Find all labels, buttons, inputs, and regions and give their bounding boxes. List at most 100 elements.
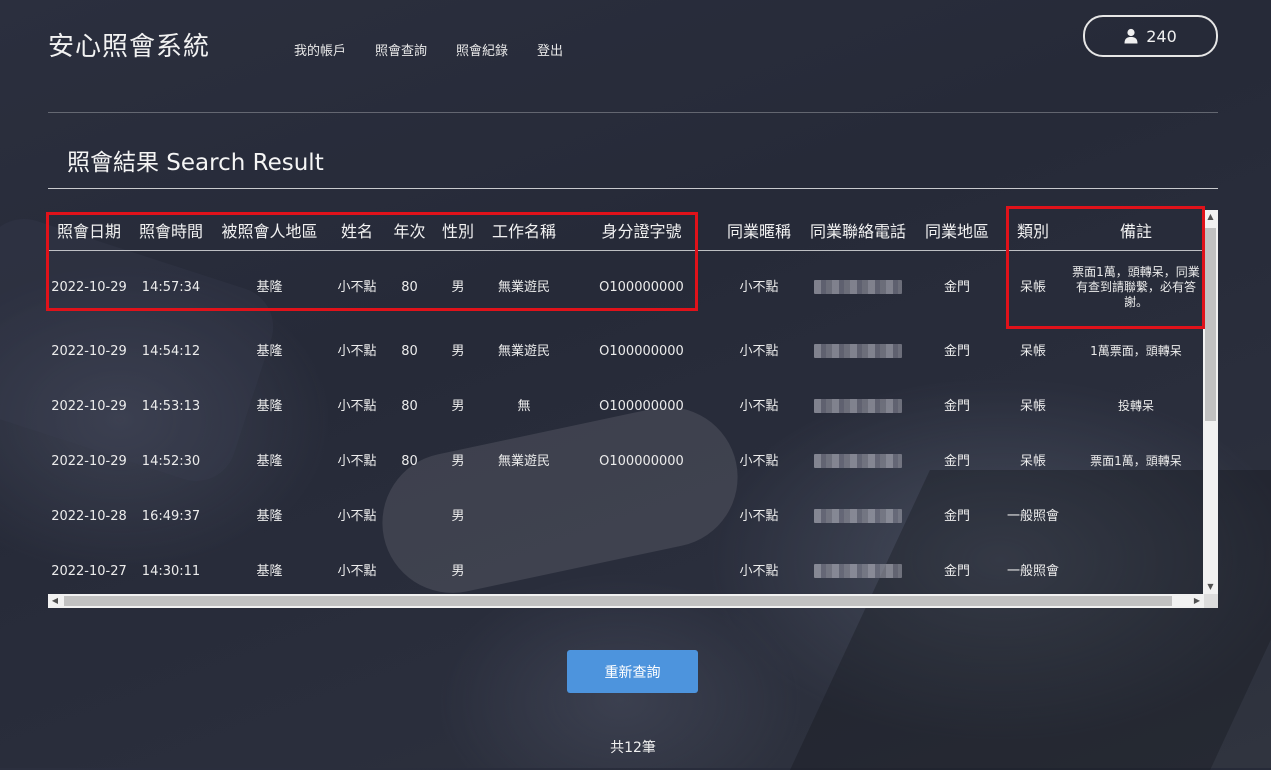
cell-note: 票面1萬，頭轉呆，同業有查到請聯繫，必有答謝。	[1072, 265, 1200, 309]
cell-job	[484, 544, 564, 599]
scrollbar-corner	[1204, 594, 1218, 608]
cell-name: 小不點	[337, 343, 377, 359]
table-row[interactable]: 2022-10-29 14:57:34 基隆 小不點 80 男 無業遊民 O10…	[48, 251, 1203, 325]
vertical-scroll-thumb[interactable]	[1205, 228, 1216, 421]
col-header-date[interactable]: 照會日期	[48, 210, 130, 251]
vertical-scrollbar[interactable]: ▲ ▼	[1203, 210, 1218, 594]
cell-region: 基隆	[256, 453, 283, 469]
cell-region: 基隆	[256, 343, 283, 359]
cell-id: O100000000	[599, 343, 684, 359]
cell-nick: 小不點	[739, 508, 779, 524]
cell-category: 一般照會	[1006, 508, 1059, 524]
cell-nick: 小不點	[739, 398, 779, 414]
table-row[interactable]: 2022-10-27 14:30:11 基隆 小不點 男 小不點 金門 一般照會	[48, 544, 1203, 599]
cell-year: 80	[401, 398, 418, 414]
cell-region: 基隆	[256, 279, 283, 295]
horizontal-scrollbar[interactable]: ◀ ▶	[48, 594, 1218, 608]
triangle-left-icon[interactable]: ◀	[48, 594, 62, 608]
triangle-up-icon[interactable]: ▲	[1203, 210, 1218, 224]
cell-time: 14:54:12	[141, 343, 201, 359]
cell-time: 14:57:34	[141, 279, 201, 295]
cell-time: 14:30:11	[141, 563, 201, 579]
cell-time: 16:49:37	[141, 508, 201, 524]
user-points-button[interactable]: 240	[1083, 15, 1218, 57]
cell-gender: 男	[451, 453, 465, 469]
header: 安心照會系統 我的帳戶 照會查詢 照會紀錄 登出 240	[0, 0, 1271, 112]
table-row[interactable]: 2022-10-28 16:49:37 基隆 小不點 男 小不點 金門 一般照會	[48, 489, 1203, 544]
cell-phone	[799, 544, 917, 599]
cell-job	[484, 489, 564, 544]
cell-id: O100000000	[599, 279, 684, 295]
cell-region: 基隆	[256, 508, 283, 524]
cell-nick: 小不點	[739, 343, 779, 359]
points-value: 240	[1146, 26, 1177, 46]
triangle-down-icon[interactable]: ▼	[1203, 580, 1218, 594]
results-table: 照會日期 照會時間 被照會人地區 姓名 年次 性別 工作名稱 身分證字號 同業暱…	[48, 210, 1203, 599]
triangle-right-icon[interactable]: ▶	[1190, 594, 1204, 608]
cell-peer-region: 金門	[943, 279, 970, 295]
col-header-id[interactable]: 身分證字號	[564, 210, 719, 251]
blurred-phone	[814, 564, 902, 578]
col-header-note[interactable]: 備註	[1069, 210, 1203, 251]
col-header-job[interactable]: 工作名稱	[484, 210, 564, 251]
cell-note: 票面1萬，頭轉呆	[1090, 454, 1182, 468]
requery-button[interactable]: 重新查詢	[567, 650, 698, 693]
cell-category: 呆帳	[1019, 453, 1046, 469]
cell-year: 80	[401, 453, 418, 469]
cell-id: O100000000	[599, 398, 684, 414]
col-header-gender[interactable]: 性別	[432, 210, 484, 251]
cell-note: 投轉呆	[1117, 399, 1154, 413]
cell-gender: 男	[451, 398, 465, 414]
cell-job: 無	[517, 398, 531, 414]
cell-gender: 男	[451, 563, 465, 579]
cell-name: 小不點	[337, 279, 377, 295]
blurred-phone	[814, 454, 902, 468]
col-header-year[interactable]: 年次	[387, 210, 432, 251]
col-header-peer-region[interactable]: 同業地區	[917, 210, 997, 251]
cell-peer-region: 金門	[943, 343, 970, 359]
col-header-nick[interactable]: 同業暱稱	[719, 210, 799, 251]
site-logo[interactable]: 安心照會系統	[48, 26, 210, 63]
cell-category: 呆帳	[1019, 279, 1046, 295]
cell-year	[387, 489, 432, 544]
table-header-row: 照會日期 照會時間 被照會人地區 姓名 年次 性別 工作名稱 身分證字號 同業暱…	[48, 210, 1203, 251]
cell-name: 小不點	[337, 563, 377, 579]
cell-region: 基隆	[256, 398, 283, 414]
cell-peer-region: 金門	[943, 508, 970, 524]
nav-records[interactable]: 照會紀錄	[456, 40, 508, 59]
col-header-category[interactable]: 類別	[997, 210, 1069, 251]
cell-note	[1069, 489, 1203, 544]
col-header-phone[interactable]: 同業聯絡電話	[799, 210, 917, 251]
cell-region: 基隆	[256, 563, 283, 579]
cell-phone	[799, 251, 917, 325]
blurred-phone	[814, 509, 902, 523]
col-header-name[interactable]: 姓名	[327, 210, 387, 251]
cell-nick: 小不點	[739, 279, 779, 295]
blurred-phone	[814, 344, 902, 358]
table-row[interactable]: 2022-10-29 14:53:13 基隆 小不點 80 男 無 O10000…	[48, 379, 1203, 434]
cell-nick: 小不點	[739, 453, 779, 469]
cell-year: 80	[401, 343, 418, 359]
cell-job: 無業遊民	[497, 343, 550, 359]
col-header-time[interactable]: 照會時間	[130, 210, 212, 251]
cell-category: 呆帳	[1019, 343, 1046, 359]
horizontal-scroll-thumb[interactable]	[64, 596, 1172, 606]
nav-search[interactable]: 照會查詢	[375, 40, 427, 59]
table-row[interactable]: 2022-10-29 14:54:12 基隆 小不點 80 男 無業遊民 O10…	[48, 324, 1203, 379]
nav-my-account[interactable]: 我的帳戶	[294, 40, 346, 59]
cell-year	[387, 544, 432, 599]
col-header-region[interactable]: 被照會人地區	[212, 210, 327, 251]
cell-job: 無業遊民	[497, 453, 550, 469]
table-row[interactable]: 2022-10-29 14:52:30 基隆 小不點 80 男 無業遊民 O10…	[48, 434, 1203, 489]
cell-phone	[799, 379, 917, 434]
cell-name: 小不點	[337, 508, 377, 524]
cell-date: 2022-10-29	[51, 398, 127, 414]
page-title: 照會結果 Search Result	[67, 150, 324, 176]
cell-year: 80	[401, 279, 418, 295]
nav-logout[interactable]: 登出	[537, 40, 563, 59]
results-table-container[interactable]: 照會日期 照會時間 被照會人地區 姓名 年次 性別 工作名稱 身分證字號 同業暱…	[48, 210, 1218, 608]
cell-date: 2022-10-29	[51, 453, 127, 469]
cell-name: 小不點	[337, 398, 377, 414]
user-icon	[1124, 28, 1138, 44]
cell-phone	[799, 489, 917, 544]
